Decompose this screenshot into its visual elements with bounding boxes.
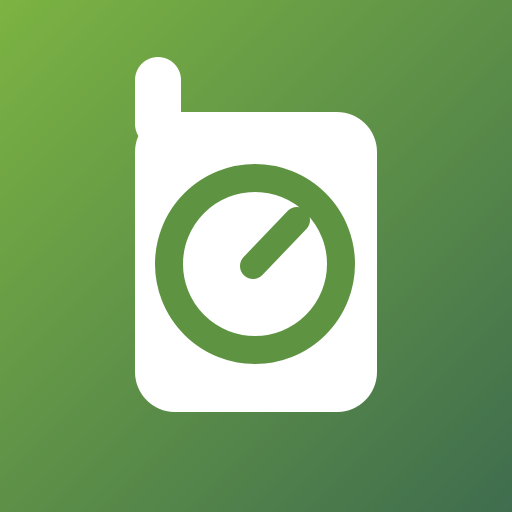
app-icon (0, 0, 512, 512)
baby-monitor-icon (0, 0, 512, 512)
